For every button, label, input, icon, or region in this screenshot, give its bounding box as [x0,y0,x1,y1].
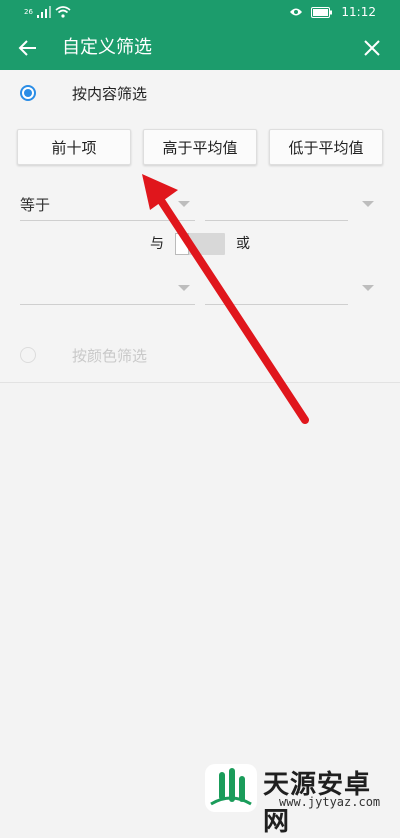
and-or-toggle[interactable] [175,233,225,255]
section-divider [0,382,400,383]
chevron-down-icon[interactable] [178,201,190,207]
chevron-down-icon[interactable] [178,285,190,291]
page-title: 自定义筛选 [62,37,152,58]
chevron-down-icon[interactable] [362,285,374,291]
condition1-operator-select[interactable]: 等于 [20,193,195,221]
or-label: 或 [236,236,250,252]
close-icon[interactable] [360,36,384,60]
top-ten-button[interactable]: 前十项 [17,129,131,165]
content-filter-radio[interactable] [20,85,36,101]
color-filter-label[interactable]: 按颜色筛选 [72,346,147,366]
and-label: 与 [150,236,164,252]
condition2-value-select[interactable] [205,277,348,305]
above-average-button[interactable]: 高于平均值 [143,129,257,165]
watermark-url: www.jytyaz.com [279,795,381,809]
toggle-knob[interactable] [175,233,189,255]
status-bar: 26 11:12 [0,0,400,26]
status-bar-right: 11:12 [289,5,376,19]
clock: 11:12 [341,5,376,19]
condition1-value-select[interactable] [205,193,348,221]
signal-icon [36,6,51,18]
condition2-operator-select[interactable] [20,277,195,305]
eye-icon [290,8,303,16]
wifi-icon [55,6,71,18]
watermark: 天源安卓网 www.jytyaz.com [205,762,395,837]
arrow-left-icon[interactable] [16,36,40,60]
watermark-logo-icon [205,764,257,812]
network-type: 26 [24,8,33,16]
content-filter-label[interactable]: 按内容筛选 [72,84,147,104]
below-average-button[interactable]: 低于平均值 [269,129,383,165]
condition1-operator-value: 等于 [20,196,51,214]
color-filter-radio[interactable] [20,347,36,363]
app-bar: 自定义筛选 [0,26,400,70]
status-bar-left: 26 [24,6,71,18]
content-filter-section [0,70,400,382]
battery-icon [311,6,333,18]
chevron-down-icon[interactable] [362,201,374,207]
